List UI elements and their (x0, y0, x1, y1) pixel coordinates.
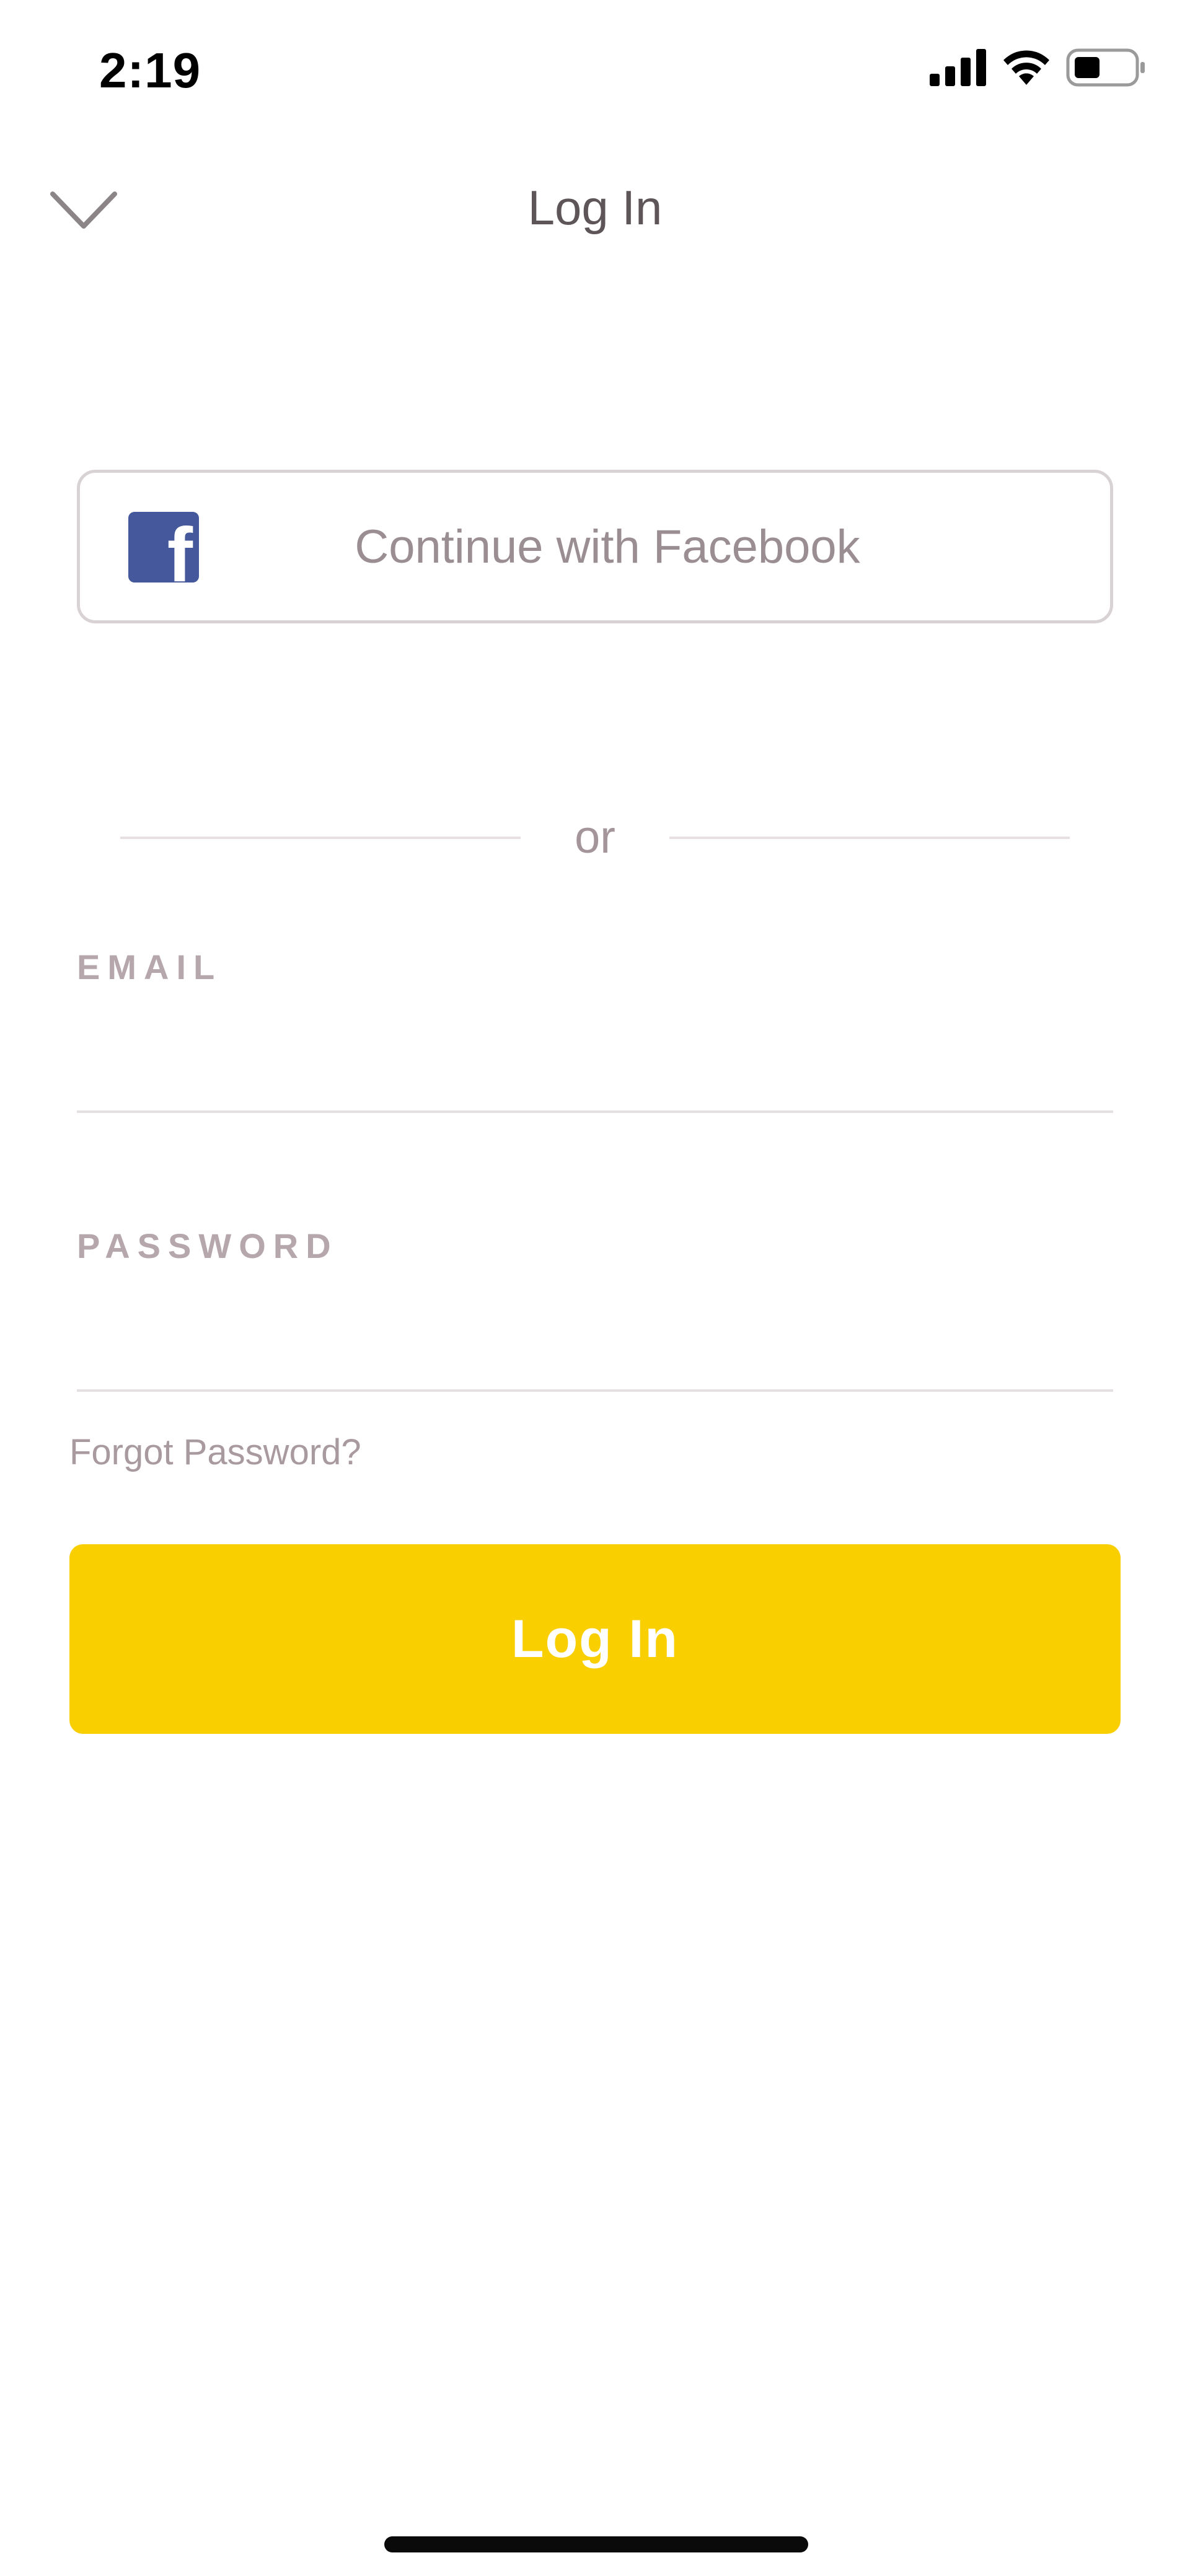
password-field[interactable] (77, 1317, 1113, 1392)
forgot-password-link[interactable]: Forgot Password? (69, 1431, 361, 1473)
password-label: PASSWORD (77, 1226, 338, 1265)
log-in-button[interactable]: Log In (69, 1544, 1121, 1734)
status-bar: 2:19 (0, 0, 1190, 143)
page-title: Log In (527, 180, 663, 235)
log-in-button-label: Log In (511, 1609, 679, 1669)
nav-bar: Log In (0, 143, 1190, 279)
home-indicator (384, 2536, 808, 2552)
status-icons (930, 48, 1147, 87)
battery-icon (1066, 48, 1145, 87)
email-field[interactable] (77, 1039, 1113, 1113)
status-time: 2:19 (99, 43, 201, 98)
divider-line-right (669, 837, 1070, 839)
or-divider: or (120, 806, 1070, 868)
facebook-logo-letter: f (167, 512, 193, 582)
signal-icon (930, 49, 986, 86)
email-label: EMAIL (77, 947, 223, 987)
facebook-button-label: Continue with Facebook (355, 520, 860, 573)
facebook-icon: f (128, 512, 199, 582)
wifi-icon (1003, 50, 1049, 85)
continue-with-facebook-button[interactable]: f Continue with Facebook (77, 470, 1113, 623)
